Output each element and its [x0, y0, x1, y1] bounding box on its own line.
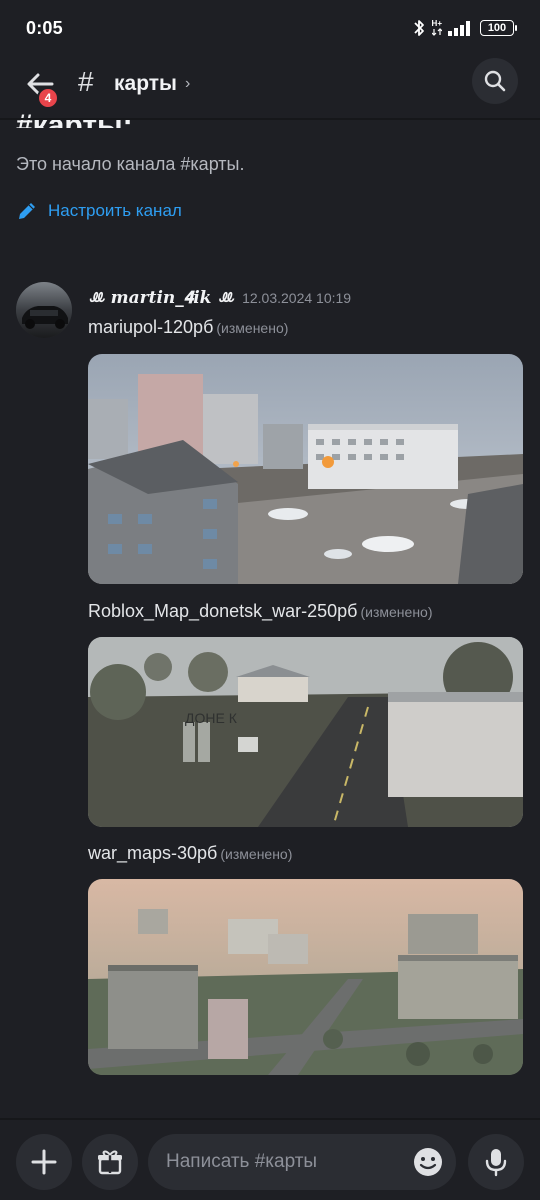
signal-icon	[448, 21, 470, 36]
sign-text: ДОНЕ К	[185, 710, 238, 726]
network-indicator: H+	[432, 20, 442, 36]
header-divider	[0, 118, 540, 120]
username[interactable]: ꔛ 𝒎𝒂𝒓𝒕𝒊𝒏_𝟒𝒊𝒌 ꔛ	[88, 288, 234, 308]
chevron-right-icon: ›	[184, 75, 191, 92]
channel-intro-text: Это начало канала #карты.	[16, 154, 245, 174]
message-line: Roblox_Map_donetsk_war-250рб (изменено)	[88, 601, 433, 622]
gift-icon	[98, 1150, 122, 1175]
map-screenshot-image	[88, 879, 523, 1075]
microphone-icon	[485, 1149, 507, 1177]
plus-icon	[31, 1149, 57, 1175]
message-header: ꔛ 𝒎𝒂𝒓𝒕𝒊𝒏_𝟒𝒊𝒌 ꔛ 12.03.2024 10:19	[88, 288, 351, 308]
unread-badge: 4	[37, 87, 59, 109]
network-label: H+	[431, 19, 442, 28]
setup-channel-link[interactable]: Настроить канал	[16, 200, 182, 222]
avatar-image	[16, 282, 72, 338]
channel-hash-icon: #	[78, 66, 94, 97]
gift-button[interactable]	[82, 1134, 138, 1190]
data-arrows-icon	[431, 28, 442, 36]
message-timestamp: 12.03.2024 10:19	[242, 290, 352, 306]
avatar[interactable]	[16, 282, 72, 338]
message-text: war_maps-30рб	[88, 843, 218, 863]
channel-title-button[interactable]: карты ›	[114, 72, 190, 96]
map-screenshot-image	[88, 354, 523, 584]
image-attachment-donetsk[interactable]: ДОНЕ К	[88, 637, 523, 827]
search-button[interactable]	[472, 58, 518, 104]
status-bar: 0:05 H+ 100	[0, 0, 540, 56]
bluetooth-icon	[413, 20, 424, 36]
edited-label: (изменено)	[360, 604, 433, 620]
message-text: Roblox_Map_donetsk_war-250рб	[88, 601, 358, 621]
image-attachment-mariupol[interactable]	[88, 354, 523, 584]
composer-divider	[0, 1118, 540, 1120]
map-screenshot-image: ДОНЕ К	[88, 637, 523, 827]
battery-icon: 100	[480, 20, 517, 36]
emoji-button[interactable]	[412, 1146, 444, 1178]
status-icons: H+ 100	[412, 19, 517, 37]
edited-label: (изменено)	[216, 320, 289, 336]
message-line: mariupol-120рб (изменено)	[88, 317, 288, 338]
message-composer	[148, 1134, 456, 1190]
channel-title: карты	[114, 72, 177, 95]
add-attachment-button[interactable]	[16, 1134, 72, 1190]
voice-message-button[interactable]	[468, 1134, 524, 1190]
message-input[interactable]	[166, 1151, 406, 1173]
pencil-icon	[19, 203, 35, 219]
battery-level: 100	[487, 22, 507, 34]
message-text: mariupol-120рб	[88, 317, 214, 337]
status-time: 0:05	[26, 17, 63, 38]
search-icon	[484, 70, 506, 92]
image-attachment-war-maps[interactable]	[88, 879, 523, 1075]
message-line: war_maps-30рб (изменено)	[88, 843, 292, 864]
smile-icon	[414, 1148, 442, 1176]
edited-label: (изменено)	[220, 846, 293, 862]
setup-channel-label: Настроить канал	[48, 201, 182, 220]
